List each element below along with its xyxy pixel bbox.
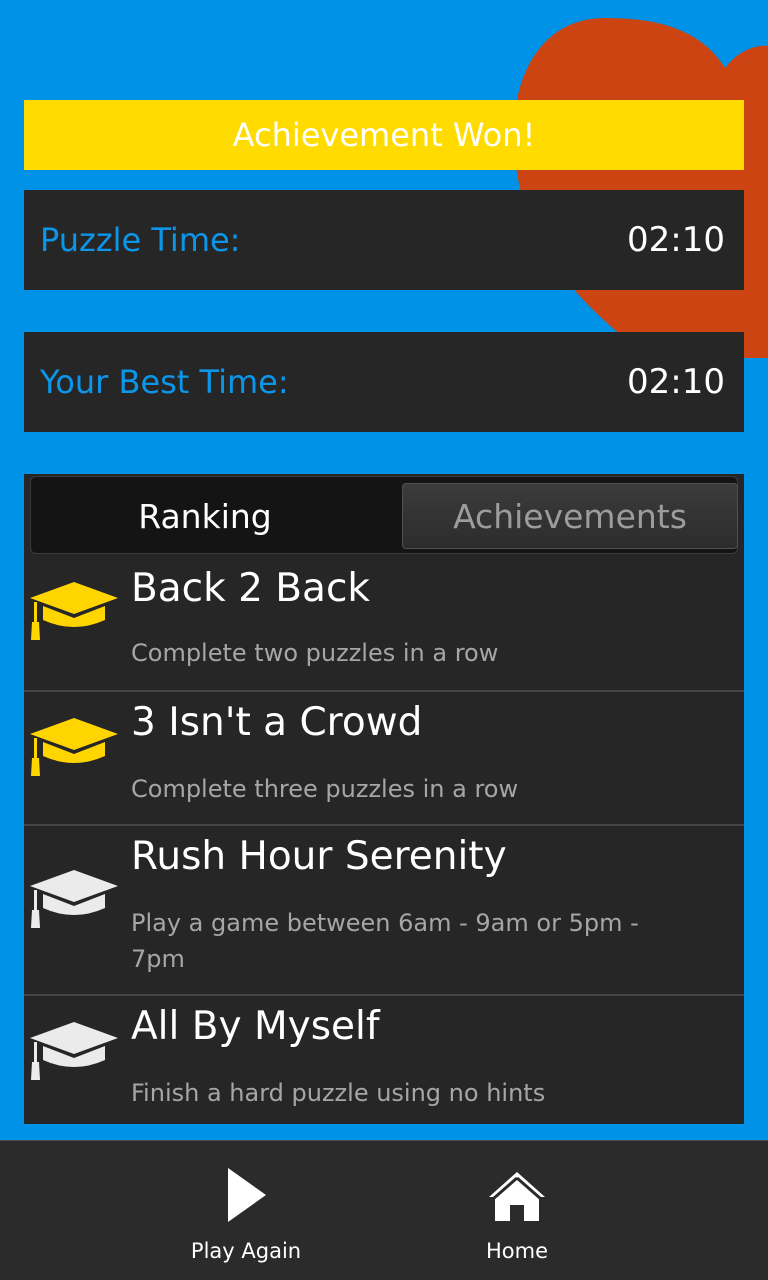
tab-achievements[interactable]: Achievements <box>402 483 738 549</box>
play-again-label: Play Again <box>190 1239 302 1263</box>
puzzle-time-label: Puzzle Time: <box>40 221 241 259</box>
achievement-title: All By Myself <box>131 1004 380 1049</box>
best-time-value: 02:10 <box>627 362 725 402</box>
segmented-tabs: Ranking Achievements <box>30 476 738 554</box>
graduation-cap-icon <box>30 582 118 640</box>
play-again-button[interactable]: Play Again <box>146 1141 346 1280</box>
tab-ranking[interactable]: Ranking <box>35 483 375 549</box>
play-icon <box>228 1168 266 1222</box>
achievement-description: Play a game between 6am - 9am or 5pm - 7… <box>131 909 639 973</box>
action-bar: Play Again Home <box>0 1140 768 1280</box>
puzzle-time-row: Puzzle Time: 02:10 <box>24 190 744 290</box>
achievement-item[interactable]: All By Myself Finish a hard puzzle using… <box>24 994 744 1124</box>
achievement-banner: Achievement Won! <box>24 100 744 170</box>
graduation-cap-icon <box>30 870 118 928</box>
achievement-item[interactable]: Back 2 Back Complete two puzzles in a ro… <box>24 556 744 692</box>
best-time-row: Your Best Time: 02:10 <box>24 332 744 432</box>
achievement-description: Complete two puzzles in a row <box>131 639 499 667</box>
home-label: Home <box>485 1239 548 1263</box>
achievement-title: Back 2 Back <box>131 566 370 611</box>
home-button[interactable]: Home <box>417 1141 617 1280</box>
achievement-title: Rush Hour Serenity <box>131 834 507 879</box>
ranking-achievements-panel: Ranking Achievements Back 2 Back Complet… <box>24 474 744 1124</box>
best-time-label: Your Best Time: <box>40 363 289 401</box>
achievement-item[interactable]: 3 Isn't a Crowd Complete three puzzles i… <box>24 690 744 824</box>
achievement-title: 3 Isn't a Crowd <box>131 700 423 745</box>
graduation-cap-icon <box>30 718 118 776</box>
achievement-item[interactable]: Rush Hour Serenity Play a game between 6… <box>24 824 744 994</box>
puzzle-time-value: 02:10 <box>627 220 725 260</box>
achievement-description: Finish a hard puzzle using no hints <box>131 1079 546 1107</box>
home-icon <box>489 1172 545 1221</box>
achievement-description: Complete three puzzles in a row <box>131 775 519 803</box>
graduation-cap-icon <box>30 1022 118 1080</box>
banner-text: Achievement Won! <box>232 116 536 154</box>
